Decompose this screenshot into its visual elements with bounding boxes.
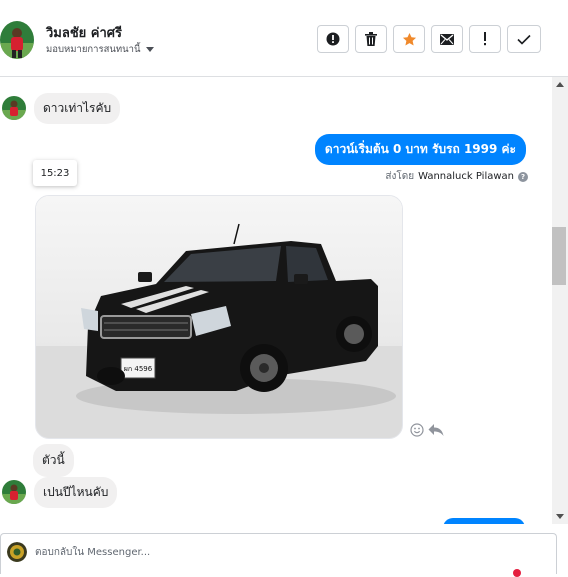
done-button[interactable]: [507, 25, 541, 53]
sent-by-name: Wannaluck Pilawan: [418, 171, 514, 182]
license-plate-text: ผก 4596: [124, 365, 153, 373]
alert-circle-icon: [326, 32, 340, 46]
message-photo[interactable]: ผก 4596: [35, 195, 403, 439]
page-avatar: [7, 542, 27, 562]
mark-unread-button[interactable]: [431, 25, 463, 53]
delete-button[interactable]: [355, 25, 387, 53]
reply-icon[interactable]: [428, 423, 444, 437]
contact-name[interactable]: วิมลชัย ค่าศรี: [46, 22, 122, 43]
sent-by-label: ส่งโดย Wannaluck Pilawan ?: [385, 169, 528, 184]
timestamp-tooltip: 15:23: [33, 160, 77, 186]
trash-icon: [365, 32, 377, 46]
scroll-up-arrow-icon[interactable]: [556, 82, 564, 87]
notification-dot: [513, 569, 521, 577]
envelope-icon: [440, 33, 454, 45]
star-button[interactable]: [393, 25, 425, 53]
message-thread[interactable]: ดาวเท่าไรคับ ดาวน์เริ่มต้น 0 บาท รับรถ 1…: [0, 77, 552, 524]
message-bubble-incoming[interactable]: ดาวเท่าไรคับ: [34, 93, 121, 124]
reply-input[interactable]: [35, 543, 515, 561]
star-icon: [402, 32, 416, 45]
follow-up-button[interactable]: [469, 25, 501, 53]
scroll-down-arrow-icon[interactable]: [556, 514, 564, 519]
scrollbar-thumb[interactable]: [552, 227, 566, 285]
question-icon[interactable]: ?: [518, 171, 528, 182]
thread-scrollbar[interactable]: [552, 77, 568, 524]
exclamation-icon: [484, 32, 486, 46]
spam-button[interactable]: [317, 25, 349, 53]
conversation-actions: [317, 25, 541, 53]
message-bubble-outgoing[interactable]: ดาวน์เริ่มต้น 0 บาท รับรถ 1999 ค่ะ: [314, 134, 526, 165]
emoji-icon[interactable]: [410, 423, 424, 437]
contact-avatar[interactable]: [0, 21, 34, 59]
reply-composer: [0, 533, 557, 574]
sent-by-prefix: ส่งโดย: [385, 171, 415, 182]
contact-avatar-small[interactable]: [2, 480, 26, 504]
conversation-header: วิมลชัย ค่าศรี มอบหมายการสนทนานี้: [0, 0, 568, 77]
assign-conversation-dropdown[interactable]: มอบหมายการสนทนานี้: [46, 42, 154, 57]
photo-tools: [410, 423, 444, 437]
message-bubble-incoming[interactable]: เปนปีไหนคับ: [34, 477, 118, 508]
contact-avatar-small[interactable]: [2, 96, 26, 120]
message-bubble-incoming[interactable]: ตัวนี้: [33, 444, 74, 477]
check-icon: [517, 34, 531, 45]
message-bubble-outgoing-partial[interactable]: [443, 518, 525, 524]
assign-label: มอบหมายการสนทนานี้: [46, 44, 141, 55]
caret-down-icon: [145, 47, 154, 52]
